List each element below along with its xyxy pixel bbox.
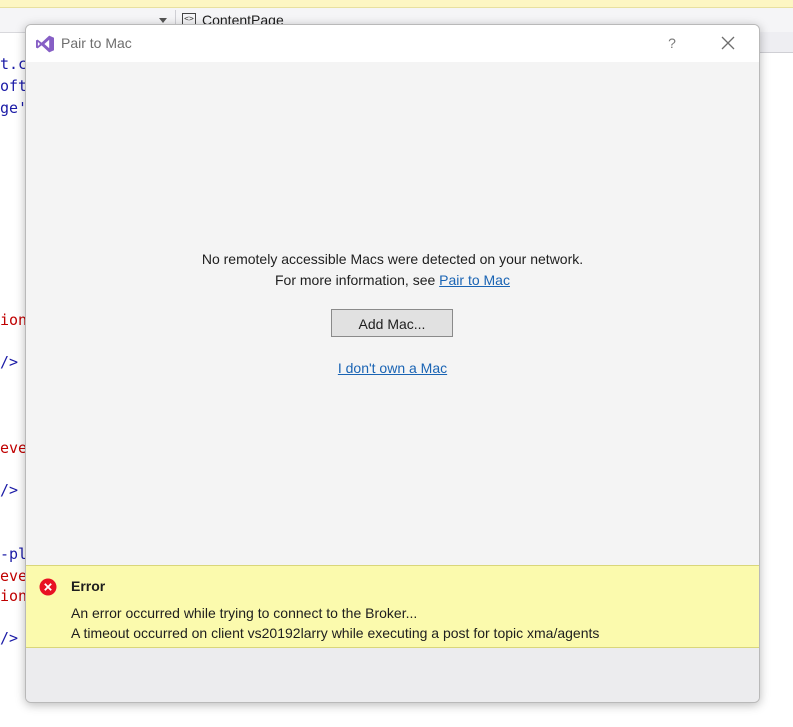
more-info-prefix: For more information, see	[275, 272, 440, 288]
dialog-titlebar[interactable]: Pair to Mac ?	[26, 25, 759, 62]
no-mac-link-row: I don't own a Mac	[26, 360, 759, 376]
pair-to-mac-link[interactable]: Pair to Mac	[439, 272, 510, 288]
visual-studio-logo-icon	[35, 35, 55, 53]
code-fragment: -pl	[0, 545, 28, 563]
editor-top-strip	[0, 0, 793, 8]
chevron-down-icon[interactable]	[159, 18, 167, 23]
error-message-broker: An error occurred while trying to connec…	[71, 605, 418, 621]
close-icon	[721, 36, 735, 50]
code-fragment: eve	[0, 439, 28, 457]
code-fragment: oft	[0, 77, 28, 95]
code-fragment: eve	[0, 567, 28, 585]
dialog-content: No remotely accessible Macs were detecte…	[26, 62, 759, 565]
code-fragment: t.c	[0, 55, 28, 73]
dialog-title: Pair to Mac	[61, 35, 132, 51]
error-banner: Error An error occurred while trying to …	[26, 565, 759, 648]
code-fragment: ge'	[0, 99, 28, 117]
pair-to-mac-dialog: Pair to Mac ? No remotely accessible Mac…	[25, 24, 760, 703]
more-info-message: For more information, see Pair to Mac	[26, 272, 759, 288]
dialog-footer	[26, 648, 759, 702]
code-fragment: />	[0, 481, 19, 499]
code-fragment: />	[0, 629, 19, 647]
help-button[interactable]: ?	[660, 31, 684, 55]
code-fragment: ion	[0, 311, 28, 329]
code-fragment: ion	[0, 587, 28, 605]
editor-right-strip	[759, 32, 793, 53]
error-title: Error	[71, 578, 106, 594]
error-message-timeout: A timeout occurred on client vs20192larr…	[71, 625, 600, 641]
add-mac-button[interactable]: Add Mac...	[331, 309, 453, 337]
no-macs-message: No remotely accessible Macs were detecte…	[201, 251, 584, 267]
code-fragment: />	[0, 353, 19, 371]
error-icon	[39, 578, 57, 596]
close-button[interactable]	[714, 31, 742, 55]
i-dont-own-a-mac-link[interactable]: I don't own a Mac	[338, 360, 447, 376]
